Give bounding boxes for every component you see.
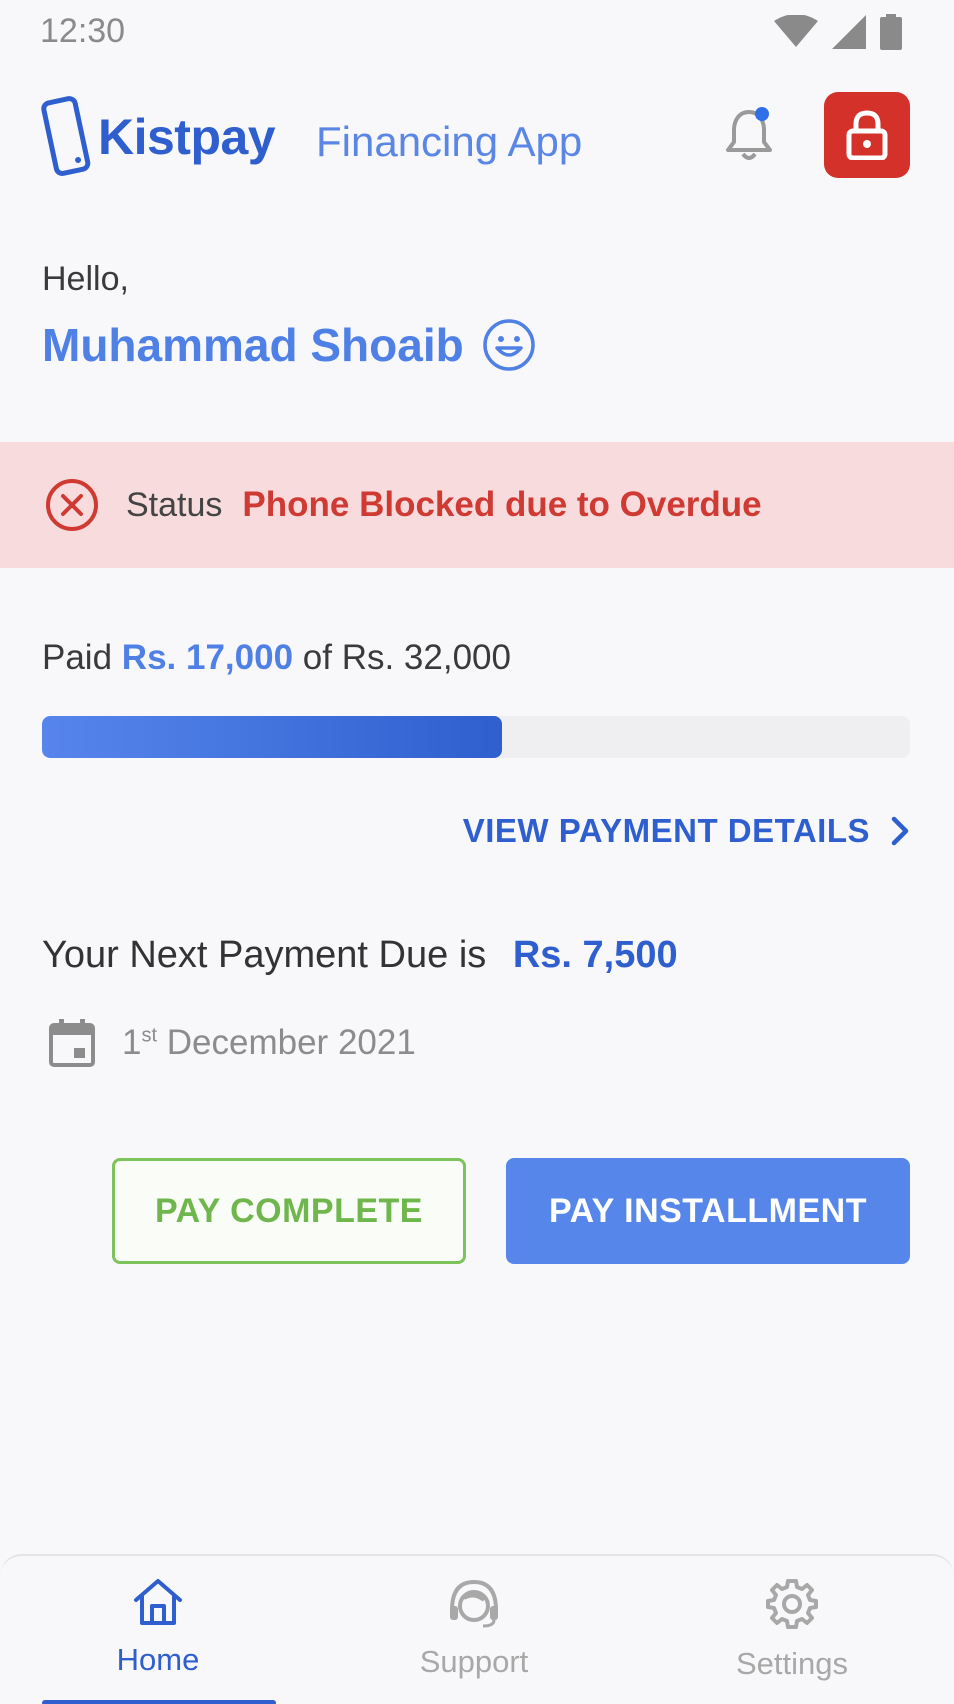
nav-item-home[interactable]: Home: [38, 1578, 278, 1678]
nav-item-support[interactable]: Support: [354, 1578, 594, 1680]
bottom-navigation: Home Support Settings: [0, 1554, 954, 1704]
paid-summary: Paid Rs. 17,000 of Rs. 32,000: [42, 638, 511, 678]
status-banner: Status Phone Blocked due to Overdue: [0, 442, 954, 568]
nav-label-support: Support: [419, 1644, 529, 1679]
nav-label-home: Home: [116, 1642, 200, 1677]
brand-subtitle: Financing App: [316, 118, 583, 165]
brand-name: Kistpay: [98, 109, 276, 165]
paid-prefix: Paid: [42, 638, 113, 677]
lock-button[interactable]: [824, 92, 910, 178]
active-tab-indicator: [42, 1700, 276, 1704]
app-header: Kistpay Financing App: [0, 86, 954, 186]
next-payment-prefix: Your Next Payment Due is: [42, 934, 487, 976]
view-details-label: VIEW PAYMENT DETAILS: [462, 812, 870, 849]
headset-icon: [450, 1579, 498, 1628]
error-circle-icon: [46, 479, 98, 531]
home-screen: 12:30 Kistpay Financing App Hello, Muham…: [0, 0, 954, 1704]
pay-installment-button[interactable]: PAY INSTALLMENT: [506, 1158, 910, 1264]
status-icons: [774, 14, 902, 50]
greeting-hello: Hello,: [42, 260, 129, 298]
calendar-icon: [49, 1019, 95, 1067]
payment-progress-fill: [42, 716, 503, 758]
paid-total: of Rs. 32,000: [302, 638, 511, 677]
bell-icon: [726, 107, 772, 160]
status-label: Status: [126, 485, 223, 524]
due-date-text: 1st December 2021: [122, 1023, 416, 1062]
chevron-right-icon: [891, 816, 909, 846]
status-bar: 12:30: [0, 0, 954, 60]
user-name-row: Muhammad Shoaib: [42, 318, 536, 372]
clock: 12:30: [40, 12, 126, 50]
paid-amount: Rs. 17,000: [121, 638, 294, 677]
home-icon: [134, 1579, 182, 1625]
due-date-row: 1st December 2021: [48, 1018, 416, 1068]
view-payment-details-link[interactable]: VIEW PAYMENT DETAILS: [463, 812, 910, 850]
phone-logo-icon: [41, 96, 91, 176]
smiley-icon: [482, 319, 535, 371]
battery-icon: [880, 14, 902, 50]
nav-item-settings[interactable]: Settings: [672, 1578, 912, 1682]
lock-icon: [846, 110, 888, 160]
nav-label-settings: Settings: [735, 1646, 848, 1681]
next-payment-line: Your Next Payment Due is Rs. 7,500: [42, 934, 678, 977]
pay-complete-button[interactable]: PAY COMPLETE: [112, 1158, 466, 1264]
gear-icon: [766, 1579, 818, 1629]
status-value: Phone Blocked due to Overdue: [242, 485, 762, 524]
signal-icon: [832, 15, 866, 49]
notifications-button[interactable]: [724, 106, 774, 167]
user-name: Muhammad Shoaib: [42, 319, 464, 371]
wifi-icon: [774, 15, 818, 47]
next-payment-amount: Rs. 7,500: [512, 934, 678, 976]
payment-progress-bar: [42, 716, 910, 758]
